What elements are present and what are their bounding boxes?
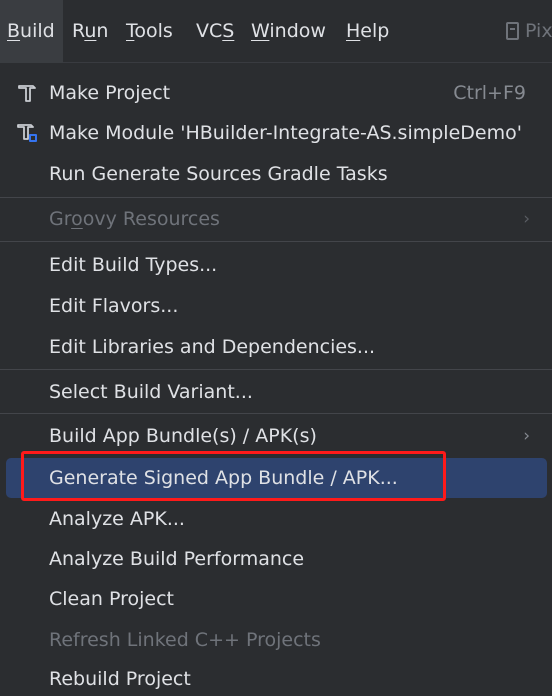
menu-item-edit-build-types[interactable]: Edit Build Types... xyxy=(0,248,552,282)
menu-item-refresh-cpp: Refresh Linked C++ Projects xyxy=(0,623,552,657)
run-generate-label: Run Generate Sources Gradle Tasks xyxy=(49,163,388,185)
build-bundle-label: Build App Bundle(s) / APK(s) xyxy=(49,425,317,447)
make-project-label: Make Project xyxy=(49,82,171,104)
device-icon xyxy=(506,22,519,40)
menu-item-analyze-build-performance[interactable]: Analyze Build Performance xyxy=(0,542,552,576)
select-variant-label: Select Build Variant... xyxy=(49,381,253,403)
annotation-highlight-box xyxy=(21,451,446,501)
edit-libraries-label: Edit Libraries and Dependencies... xyxy=(49,336,376,358)
menu-help-mnemonic: H xyxy=(346,20,361,42)
menu-item-run-generate-sources[interactable]: Run Generate Sources Gradle Tasks xyxy=(0,157,552,191)
menu-vcs-mnemonic: S xyxy=(222,20,235,42)
menu-item-build-app-bundle[interactable]: Build App Bundle(s) / APK(s) › xyxy=(0,419,552,453)
menu-build-rest: uild xyxy=(20,20,55,42)
menu-run-mnemonic: u xyxy=(84,20,97,42)
menu-tools-rest: ools xyxy=(134,20,173,42)
build-dropdown-menu: Make Project Ctrl+F9 Make Module 'HBuild… xyxy=(0,64,552,690)
menu-item-make-module[interactable]: Make Module 'HBuilder-Integrate-AS.simpl… xyxy=(0,116,552,150)
edit-build-types-label: Edit Build Types... xyxy=(49,254,218,276)
menu-build-mnemonic: B xyxy=(7,20,21,42)
groovy-label: Groovy Resources xyxy=(49,208,220,230)
menu-item-select-build-variant[interactable]: Select Build Variant... xyxy=(0,375,552,409)
pixel-tool-button[interactable]: Pix xyxy=(506,0,552,63)
menu-build[interactable]: Build xyxy=(0,0,63,63)
menu-vcs[interactable]: VCS xyxy=(196,0,234,63)
chevron-right-icon: › xyxy=(523,426,530,446)
menu-separator xyxy=(0,197,552,198)
refresh-cpp-label: Refresh Linked C++ Projects xyxy=(49,629,321,651)
menu-item-rebuild-project[interactable]: Rebuild Project xyxy=(0,662,552,696)
menu-run-rest: n xyxy=(96,20,109,42)
hammer-module-icon xyxy=(17,124,37,142)
clean-project-label: Clean Project xyxy=(49,588,174,610)
menu-item-groovy-resources: Groovy Resources › xyxy=(0,202,552,236)
menu-window-rest: indow xyxy=(269,20,326,42)
pixel-tool-label: Pix xyxy=(525,20,552,42)
menu-tools[interactable]: Tools xyxy=(126,0,173,63)
menu-separator xyxy=(0,241,552,242)
chevron-right-icon: › xyxy=(523,209,530,229)
analyze-perf-label: Analyze Build Performance xyxy=(49,548,305,570)
menu-window[interactable]: Window xyxy=(251,0,326,63)
menu-separator xyxy=(0,369,552,370)
main-menu-bar: Build Run Tools VCS Window Help Pix xyxy=(0,0,552,63)
rebuild-project-label: Rebuild Project xyxy=(49,668,191,690)
menu-item-analyze-apk[interactable]: Analyze APK... xyxy=(0,502,552,536)
menu-run[interactable]: Run xyxy=(72,0,108,63)
menu-window-mnemonic: W xyxy=(251,20,270,42)
edit-flavors-label: Edit Flavors... xyxy=(49,295,179,317)
menu-vcs-pre: VC xyxy=(196,20,223,42)
menu-separator xyxy=(0,413,552,414)
menu-help-rest: elp xyxy=(360,20,390,42)
menu-item-edit-libraries[interactable]: Edit Libraries and Dependencies... xyxy=(0,330,552,364)
make-project-shortcut: Ctrl+F9 xyxy=(453,82,526,104)
make-module-label: Make Module 'HBuilder-Integrate-AS.simpl… xyxy=(49,122,522,144)
menu-item-make-project[interactable]: Make Project Ctrl+F9 xyxy=(0,76,552,110)
hammer-icon xyxy=(18,85,36,102)
menu-help[interactable]: Help xyxy=(346,0,389,63)
menu-item-clean-project[interactable]: Clean Project xyxy=(0,582,552,616)
menu-item-edit-flavors[interactable]: Edit Flavors... xyxy=(0,289,552,323)
menu-run-pre: R xyxy=(72,20,85,42)
analyze-apk-label: Analyze APK... xyxy=(49,508,185,530)
